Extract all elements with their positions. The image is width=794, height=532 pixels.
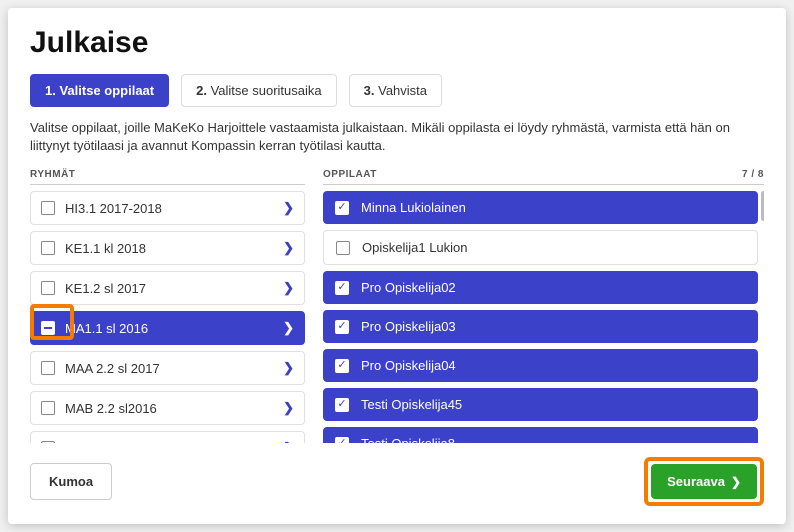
student-row[interactable]: ✓ Pro Opiskelija03 [323, 310, 758, 343]
student-label: Testi Opiskelija45 [361, 397, 462, 412]
group-row[interactable]: MAA 2.2 sl 2017❯ [30, 351, 305, 385]
highlight-next: Seuraava ❯ [644, 457, 764, 506]
publish-modal: Julkaise 1. Valitse oppilaat 2. Valitse … [8, 8, 786, 524]
checkbox[interactable]: ✓ [335, 437, 349, 443]
student-label: Pro Opiskelija03 [361, 319, 456, 334]
student-label: Pro Opiskelija02 [361, 280, 456, 295]
step-2[interactable]: 2. Valitse suoritusaika [181, 74, 337, 107]
chevron-right-icon: ❯ [283, 280, 294, 296]
checkbox[interactable]: ✓ [335, 398, 349, 412]
student-label: Testi Opiskelija8 [361, 436, 455, 443]
checkbox[interactable] [41, 401, 55, 415]
next-button[interactable]: Seuraava ❯ [651, 464, 757, 499]
group-label: MA1.1 sl 2016 [65, 321, 283, 336]
student-label: Minna Lukiolainen [361, 200, 466, 215]
student-row[interactable]: ✓ Testi Opiskelija8 [323, 427, 758, 443]
group-label: KE1.2 sl 2017 [65, 281, 283, 296]
student-label: Opiskelija1 Lukion [362, 240, 468, 255]
checkbox[interactable] [41, 441, 55, 443]
student-list[interactable]: ✓ Minna Lukiolainen Opiskelija1 Lukion ✓ Pro… [323, 191, 764, 443]
group-label: MAA 2.2 sl 2017 [65, 361, 283, 376]
student-row[interactable]: ✓ Pro Opiskelija04 [323, 349, 758, 382]
checkbox[interactable] [41, 321, 55, 335]
group-label: MAB2.1 sl 2016 [65, 441, 283, 443]
group-row[interactable]: MA1.1 sl 2016❯ [30, 311, 305, 345]
checkbox[interactable] [336, 241, 350, 255]
content-columns: RYHMÄT HI3.1 2017-2018❯KE1.1 kl 2018❯KE1… [30, 169, 764, 443]
group-row[interactable]: MAB2.1 sl 2016❯ [30, 431, 305, 443]
group-label: MAB 2.2 sl2016 [65, 401, 283, 416]
modal-title: Julkaise [30, 26, 764, 60]
instructions-text: Valitse oppilaat, joille MaKeKo Harjoitt… [30, 119, 764, 155]
students-column: OPPILAAT 7 / 8 ✓ Minna Lukiolainen Opiskel… [323, 169, 764, 443]
student-label: Pro Opiskelija04 [361, 358, 456, 373]
chevron-right-icon: ❯ [283, 200, 294, 216]
checkbox[interactable] [41, 241, 55, 255]
checkbox[interactable] [41, 361, 55, 375]
chevron-right-icon: ❯ [283, 240, 294, 256]
group-label: KE1.1 kl 2018 [65, 241, 283, 256]
chevron-right-icon: ❯ [283, 320, 294, 336]
modal-footer: Kumoa Seuraava ❯ [30, 443, 764, 506]
selection-count: 7 / 8 [742, 169, 764, 180]
scrollbar[interactable] [761, 191, 764, 221]
groups-header: RYHMÄT [30, 169, 305, 185]
student-row[interactable]: ✓ Pro Opiskelija02 [323, 271, 758, 304]
checkbox[interactable] [41, 281, 55, 295]
checkbox[interactable]: ✓ [335, 201, 349, 215]
chevron-right-icon: ❯ [731, 475, 741, 489]
checkbox[interactable]: ✓ [335, 359, 349, 373]
groups-column: RYHMÄT HI3.1 2017-2018❯KE1.1 kl 2018❯KE1… [30, 169, 305, 443]
student-row[interactable]: ✓ Minna Lukiolainen [323, 191, 758, 224]
group-row[interactable]: HI3.1 2017-2018❯ [30, 191, 305, 225]
chevron-right-icon: ❯ [283, 360, 294, 376]
group-row[interactable]: KE1.2 sl 2017❯ [30, 271, 305, 305]
checkbox[interactable]: ✓ [335, 320, 349, 334]
cancel-button[interactable]: Kumoa [30, 463, 112, 500]
wizard-steps: 1. Valitse oppilaat 2. Valitse suoritusa… [30, 74, 764, 107]
student-row[interactable]: Opiskelija1 Lukion [323, 230, 758, 265]
chevron-right-icon: ❯ [283, 400, 294, 416]
students-header: OPPILAAT 7 / 8 [323, 169, 764, 185]
checkbox[interactable]: ✓ [335, 281, 349, 295]
step-3[interactable]: 3. Vahvista [349, 74, 442, 107]
group-row[interactable]: KE1.1 kl 2018❯ [30, 231, 305, 265]
group-list[interactable]: HI3.1 2017-2018❯KE1.1 kl 2018❯KE1.2 sl 2… [30, 191, 305, 443]
chevron-right-icon: ❯ [283, 440, 294, 443]
student-row[interactable]: ✓ Testi Opiskelija45 [323, 388, 758, 421]
group-label: HI3.1 2017-2018 [65, 201, 283, 216]
group-row[interactable]: MAB 2.2 sl2016❯ [30, 391, 305, 425]
step-1[interactable]: 1. Valitse oppilaat [30, 74, 169, 107]
checkbox[interactable] [41, 201, 55, 215]
